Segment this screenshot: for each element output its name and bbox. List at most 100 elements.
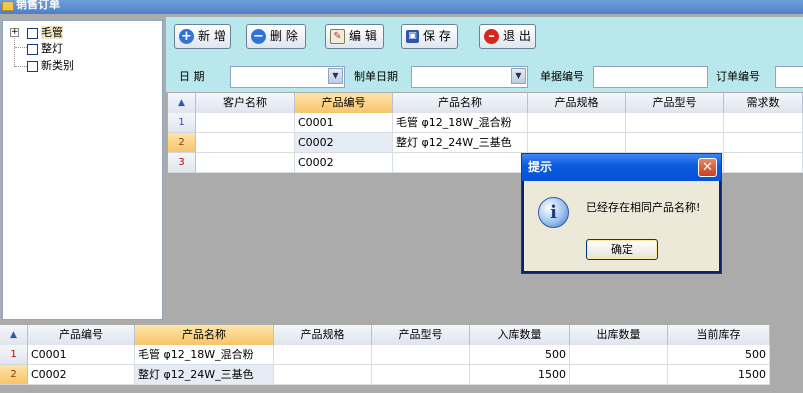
doc-no-input[interactable] <box>593 66 708 88</box>
category-tree: + 毛管 整灯 新类别 <box>2 20 163 320</box>
dialog-title-bar[interactable]: 提示 <box>522 154 721 181</box>
delete-button-label: 删 除 <box>270 29 298 43</box>
dialog-message: 已经存在相同产品名称! <box>586 201 701 214</box>
minus-icon: − <box>251 29 266 44</box>
tree-node-new-category[interactable]: 新类别 <box>27 59 74 73</box>
spec-cell[interactable] <box>274 365 372 385</box>
name-cell[interactable]: 毛管 φ12_18W_混合粉 <box>135 345 274 365</box>
date-select[interactable]: ▼ <box>230 66 345 88</box>
select-all-icon[interactable]: ▲ <box>168 93 196 113</box>
customer-cell[interactable] <box>196 113 295 133</box>
qty-cell[interactable] <box>724 153 803 173</box>
stock-qty-cell[interactable]: 500 <box>668 345 770 365</box>
row-number[interactable]: 3 <box>168 153 196 173</box>
column-header[interactable]: 出库数量 <box>570 325 668 345</box>
row-number[interactable]: 1 <box>168 113 196 133</box>
in-qty-cell[interactable]: 1500 <box>470 365 570 385</box>
delete-button[interactable]: − 删 除 <box>246 24 306 49</box>
qty-cell[interactable] <box>724 133 803 153</box>
tree-node-maoguan[interactable]: 毛管 <box>27 26 63 40</box>
column-header[interactable]: 产品编号 <box>295 93 393 113</box>
doc-date-label: 制单日期 <box>354 70 398 83</box>
edit-button-label: 编 辑 <box>349 29 377 43</box>
model-cell[interactable] <box>626 113 724 133</box>
model-cell[interactable] <box>372 345 470 365</box>
spec-cell[interactable] <box>528 133 626 153</box>
column-header[interactable]: 产品编号 <box>28 325 135 345</box>
out-qty-cell[interactable] <box>570 365 668 385</box>
window-title: 销售订单 <box>16 0 60 11</box>
column-header[interactable]: 产品名称 <box>393 93 528 113</box>
column-header[interactable]: 当前库存 <box>668 325 770 345</box>
name-cell[interactable]: 整灯 φ12_24W_三基色 <box>393 133 528 153</box>
code-cell[interactable]: C0002 <box>295 133 393 153</box>
name-cell[interactable] <box>393 153 528 173</box>
save-button-label: 保 存 <box>423 29 451 43</box>
floppy-disk-icon: ▣ <box>406 30 419 43</box>
exit-button[interactable]: – 退 出 <box>479 24 536 49</box>
qty-cell[interactable] <box>724 113 803 133</box>
expand-icon[interactable]: + <box>10 28 19 37</box>
table-row[interactable]: 1 C0001 毛管 φ12_18W_混合粉 <box>168 113 803 133</box>
table-row[interactable]: 1 C0001 毛管 φ12_18W_混合粉 500 500 <box>0 345 770 365</box>
column-header[interactable]: 入库数量 <box>470 325 570 345</box>
stock-grid-header: ▲ 产品编号 产品名称 产品规格 产品型号 入库数量 出库数量 当前库存 <box>0 325 770 346</box>
column-header[interactable]: 产品名称 <box>135 325 274 345</box>
doc-date-select[interactable]: ▼ <box>411 66 528 88</box>
column-header[interactable]: 客户名称 <box>196 93 295 113</box>
spec-cell[interactable] <box>528 113 626 133</box>
code-cell[interactable]: C0002 <box>28 365 135 385</box>
stock-qty-cell[interactable]: 1500 <box>668 365 770 385</box>
code-cell[interactable]: C0002 <box>295 153 393 173</box>
column-header[interactable]: 产品型号 <box>372 325 470 345</box>
message-dialog: 提示 ✕ i 已经存在相同产品名称! 确定 <box>521 153 722 274</box>
tree-node-label: 毛管 <box>41 26 63 39</box>
row-number[interactable]: 1 <box>0 345 28 365</box>
table-row[interactable]: 2 C0002 整灯 φ12_24W_三基色 1500 1500 <box>0 365 770 385</box>
column-header[interactable]: 产品型号 <box>626 93 724 113</box>
checkbox[interactable] <box>27 43 38 55</box>
customer-cell[interactable] <box>196 153 295 173</box>
ok-button[interactable]: 确定 <box>586 239 658 260</box>
dialog-title: 提示 <box>528 160 553 174</box>
table-row[interactable]: 2 C0002 整灯 φ12_24W_三基色 <box>168 133 803 153</box>
code-cell[interactable]: C0001 <box>295 113 393 133</box>
name-cell[interactable]: 整灯 φ12_24W_三基色 <box>135 365 274 385</box>
tree-node-zhengdeng[interactable]: 整灯 <box>27 42 63 56</box>
tree-connector <box>14 32 15 67</box>
window-icon <box>2 1 14 11</box>
customer-cell[interactable] <box>196 133 295 153</box>
name-cell[interactable]: 毛管 φ12_18W_混合粉 <box>393 113 528 133</box>
code-cell[interactable]: C0001 <box>28 345 135 365</box>
date-label: 日 期 <box>179 70 205 83</box>
tree-node-label: 新类别 <box>41 59 74 72</box>
row-number[interactable]: 2 <box>168 133 196 153</box>
order-no-label: 订单编号 <box>716 70 760 83</box>
column-header[interactable]: 产品规格 <box>528 93 626 113</box>
select-all-icon[interactable]: ▲ <box>0 325 28 345</box>
tree-connector <box>15 47 27 48</box>
save-button[interactable]: ▣ 保 存 <box>401 24 458 49</box>
info-icon: i <box>538 197 569 228</box>
tree-connector <box>15 66 27 67</box>
close-icon[interactable]: ✕ <box>698 158 717 177</box>
order-no-input[interactable] <box>775 66 803 88</box>
column-header[interactable]: 产品规格 <box>274 325 372 345</box>
row-number[interactable]: 2 <box>0 365 28 385</box>
checkbox[interactable] <box>27 60 38 72</box>
chevron-down-icon[interactable]: ▼ <box>511 68 526 84</box>
spec-cell[interactable] <box>274 345 372 365</box>
stop-icon: – <box>484 29 499 44</box>
tree-node-label: 整灯 <box>41 42 63 55</box>
out-qty-cell[interactable] <box>570 345 668 365</box>
chevron-down-icon[interactable]: ▼ <box>328 68 343 84</box>
model-cell[interactable] <box>372 365 470 385</box>
add-button[interactable]: + 新 增 <box>174 24 231 49</box>
exit-button-label: 退 出 <box>503 29 531 43</box>
edit-button[interactable]: ✎ 编 辑 <box>325 24 384 49</box>
model-cell[interactable] <box>626 133 724 153</box>
column-header[interactable]: 需求数 <box>724 93 803 113</box>
in-qty-cell[interactable]: 500 <box>470 345 570 365</box>
checkbox[interactable] <box>27 27 38 39</box>
order-grid-header: ▲ 客户名称 产品编号 产品名称 产品规格 产品型号 需求数 <box>168 93 803 114</box>
